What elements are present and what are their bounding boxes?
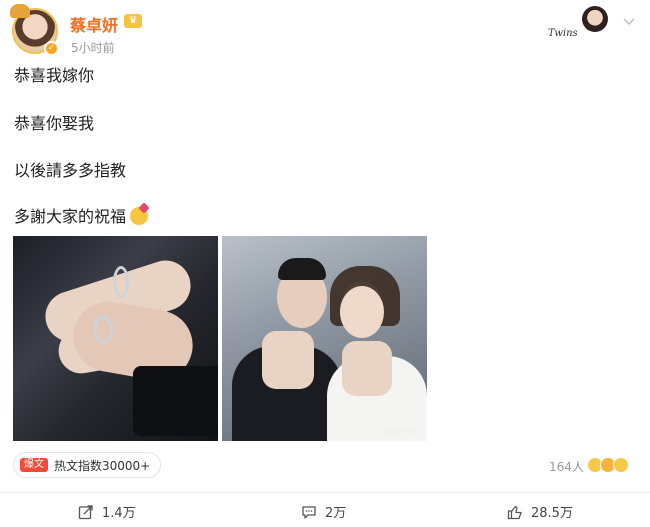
comment-count: 2万 bbox=[325, 506, 347, 521]
laugh-emoji-icon bbox=[613, 457, 629, 473]
thumbs-up-icon bbox=[507, 505, 522, 519]
comment-icon bbox=[302, 505, 316, 519]
love-face-emoji bbox=[130, 207, 149, 225]
like-count: 28.5万 bbox=[531, 506, 573, 521]
photo-watermark: @蔡卓妍 bbox=[385, 427, 417, 436]
divider bbox=[0, 492, 650, 493]
hot-index-text: 热文指数30000+ bbox=[54, 458, 151, 473]
signature-card[interactable]: Twins bbox=[548, 6, 618, 44]
tiger-decoration-icon bbox=[10, 4, 30, 18]
reaction-people-count[interactable]: 164人 bbox=[549, 458, 584, 475]
hot-index-badge[interactable]: 爆文 热文指数30000+ bbox=[13, 452, 162, 478]
repost-button[interactable]: 1.4万 bbox=[78, 502, 136, 521]
post-line: 以後請多多指教 bbox=[14, 161, 127, 180]
repost-icon bbox=[78, 504, 93, 519]
hands-with-rings-photo[interactable] bbox=[13, 236, 218, 441]
post-line: 多謝大家的祝福 bbox=[14, 207, 127, 226]
hot-tag: 爆文 bbox=[20, 458, 48, 472]
crown-icon[interactable]: ♛ bbox=[124, 14, 142, 28]
timestamp[interactable]: 5小时前 bbox=[71, 39, 115, 56]
reaction-emojis[interactable] bbox=[587, 457, 629, 473]
signature-text: Twins bbox=[548, 28, 578, 39]
repost-count: 1.4万 bbox=[102, 506, 136, 521]
verified-badge-icon: ✓ bbox=[44, 41, 59, 56]
couple-showing-rings-photo[interactable]: @蔡卓妍 bbox=[222, 236, 427, 441]
signature-portrait bbox=[582, 6, 608, 32]
post-line: 恭喜我嫁你 bbox=[14, 66, 95, 85]
chevron-down-icon[interactable] bbox=[622, 14, 636, 28]
comment-button[interactable]: 2万 bbox=[301, 502, 346, 521]
post-line-with-emoji: 多謝大家的祝福 bbox=[14, 205, 149, 229]
like-button[interactable]: 28.5万 bbox=[507, 502, 573, 521]
post-line: 恭喜你娶我 bbox=[14, 114, 95, 133]
username[interactable]: 蔡卓妍 bbox=[70, 12, 118, 36]
post-header: ✓ 蔡卓妍 ♛ 5小时前 Twins bbox=[0, 0, 650, 60]
